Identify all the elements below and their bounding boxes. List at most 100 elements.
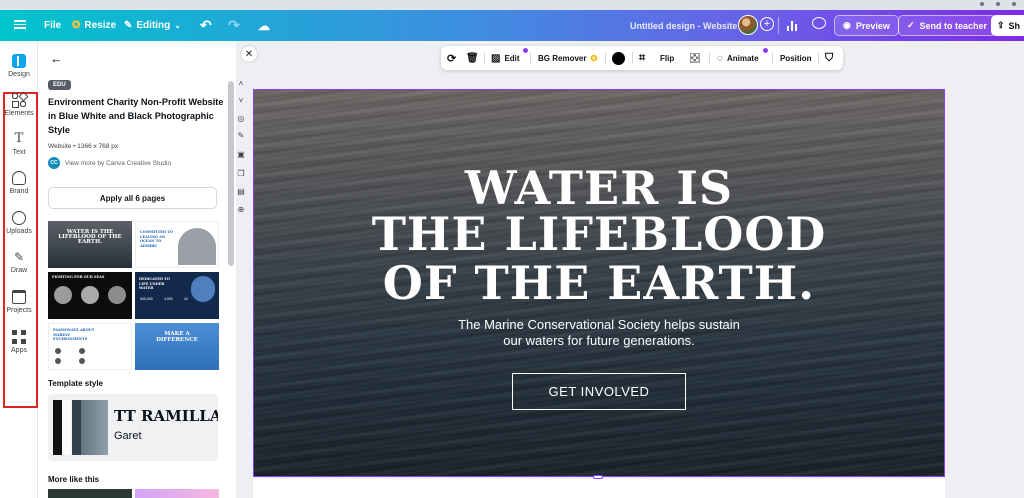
chevron-up-icon[interactable]: ˄ [236,79,246,89]
duplicate-icon[interactable]: ❐ [236,169,246,179]
creator-link[interactable]: CC View more by Canva Creative Studio [48,157,171,169]
bg-remover-button[interactable]: BG Remover ✪ [538,46,597,70]
trash-icon[interactable]: 🗑 [466,46,479,70]
close-icon[interactable]: ✕ [240,45,258,63]
template-thumbnail[interactable] [48,489,132,498]
thumbnail-photo [55,348,61,354]
color-swatch [81,400,108,455]
divider [772,52,773,64]
template-thumbnail[interactable]: MAKE A DIFFERENCE [135,323,219,370]
check-circle-icon: ✓ [907,20,915,30]
rail-item-apps[interactable]: Apps [0,330,38,354]
browser-menu-dot [980,2,984,6]
rail-item-design[interactable]: Design [0,54,38,78]
lock-icon[interactable]: ▣ [236,150,246,160]
template-thumbnail[interactable]: FIGHTING FOR OUR SEAS [48,272,132,319]
file-menu[interactable]: File [44,10,61,41]
divider [632,52,633,64]
rail-item-text[interactable]: T Text [0,131,38,157]
uploads-icon [12,211,26,225]
rail-label: Text [12,149,26,156]
share-button[interactable]: ⇪ Sh [991,15,1024,36]
hero-subtitle[interactable]: The Marine Conservational Society helps … [254,317,944,349]
template-thumbnail[interactable]: COMMITTED TO LEAVING AN OCEAN TO ADMIRE [135,221,219,268]
template-style-card[interactable]: TT RAMILLAS Garet [48,394,218,461]
rail-label: Apps [11,347,27,354]
chevron-down-icon[interactable]: ˅ [236,96,246,106]
thumbnail-stat: 4,000 [164,297,173,301]
browser-strip [0,0,1024,10]
eye-icon: ◉ [843,20,851,30]
add-user-icon[interactable]: + [760,17,774,31]
context-toolbar: ⟳ 🗑 ▨ Edit BG Remover ✪ ⌗ Flip ◌ Animate… [441,46,843,70]
undo-icon[interactable]: ↶ [200,10,212,41]
send-to-teacher-button[interactable]: ✓ Send to teacher [898,15,997,36]
comment-icon[interactable] [812,17,826,29]
divider [709,52,710,64]
color-swatch [72,400,81,455]
flip-label: Flip [660,53,675,63]
rail-item-projects[interactable]: Projects [0,290,38,314]
back-arrow-icon[interactable]: ← [50,51,63,66]
hero-headline-line2[interactable]: THE LIFEBLOOD [254,211,944,257]
resize-label: Resize [84,20,117,31]
panel-scrollbar[interactable] [228,81,234,266]
hero-headline-line3[interactable]: OF THE EARTH. [254,260,944,306]
cloud-save-icon[interactable]: ☁ [258,10,270,41]
hero-page[interactable]: WATER IS THE LIFEBLOOD OF THE EARTH. The… [253,89,945,477]
rail-item-draw[interactable]: ✎ Draw [0,250,38,274]
checker-swatch [690,53,700,63]
body-font-sample: Garet [114,430,142,442]
hero-subtitle-line1: The Marine Conservational Society helps … [458,317,740,332]
template-thumbnail[interactable] [135,489,219,498]
trash-icon[interactable]: ▤ [236,187,246,197]
template-thumbnail[interactable]: PASSIONATE ABOUT MARINE ENVIRONMENTS [48,323,132,370]
add-page-icon[interactable]: ⊕ [236,205,246,215]
rail-label: Design [8,71,30,78]
refresh-icon[interactable]: ⟳ [447,46,456,70]
thumbnail-stat: 540,000 [140,297,153,301]
rail-item-brand[interactable]: Brand [0,171,38,195]
text-icon: T [14,131,24,146]
canvas-scrollbar[interactable] [1015,41,1024,498]
avatar[interactable] [738,15,758,35]
color-swatch [53,400,62,455]
transparency-icon[interactable] [690,46,700,70]
menu-icon[interactable] [14,18,26,30]
document-title[interactable]: Untitled design - Website [630,10,737,41]
apply-all-pages-button[interactable]: Apply all 6 pages [48,187,217,209]
position-button[interactable]: Position [780,46,812,70]
template-thumbnail[interactable]: DEDICATED TO LIFE UNDER WATER 540,000 4,… [135,272,219,319]
paint-format-icon[interactable]: ⛉ [825,46,833,70]
editing-label: Editing [136,20,171,31]
crop-icon[interactable]: ⌗ [639,46,645,70]
preview-button[interactable]: ◉ Preview [834,15,899,36]
color-picker[interactable] [612,46,625,70]
projects-icon [12,290,26,304]
flip-button[interactable]: Flip [660,46,674,70]
analytics-icon[interactable] [784,16,802,34]
browser-menu-dot [996,2,1000,6]
hero-headline-line1[interactable]: WATER IS [254,165,944,211]
thumbnail-photo [54,286,72,304]
notes-icon[interactable]: ✎ [236,131,246,141]
edit-label: Edit [504,53,520,63]
next-page[interactable] [253,479,945,498]
editing-mode-button[interactable]: ✎ Editing ⌄ [124,10,181,41]
apps-icon [12,330,26,344]
resize-button[interactable]: ✪ Resize [72,10,116,41]
template-thumbnail[interactable]: WATER IS THE LIFEBLOOD OF THE EARTH. [48,221,132,268]
animate-button[interactable]: ◌ Animate [717,46,759,70]
color-swatch [612,51,625,65]
thumbnail-photo [55,358,61,364]
get-involved-button[interactable]: GET INVOLVED [512,373,686,410]
redo-icon[interactable]: ↷ [228,10,240,41]
hero-subtitle-line2: our waters for future generations. [503,333,695,348]
file-label: File [44,20,62,31]
share-label: Sh [1008,20,1021,31]
rail-item-uploads[interactable]: Uploads [0,211,38,235]
rail-label: Projects [6,307,32,314]
rail-item-elements[interactable]: Elements [0,93,38,117]
edit-image-button[interactable]: ▨ Edit [491,46,520,70]
hide-icon[interactable]: ◎ [236,114,246,124]
